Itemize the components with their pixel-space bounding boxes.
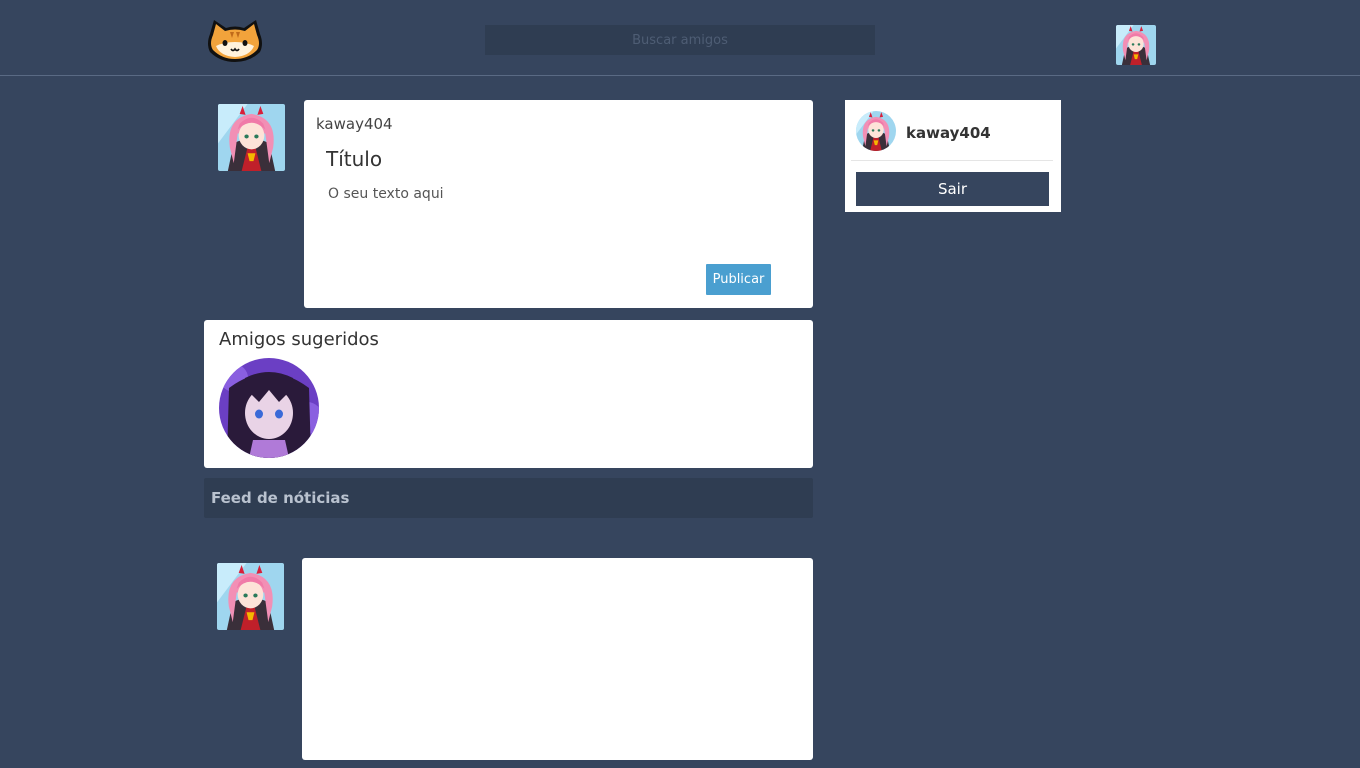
composer-username: kaway404 xyxy=(316,115,393,133)
post-title-input[interactable] xyxy=(326,147,786,171)
top-navigation-bar xyxy=(0,0,1360,76)
user-avatar-icon[interactable] xyxy=(1116,25,1156,65)
post-text-input[interactable] xyxy=(328,186,788,246)
news-feed-header: Feed de nóticias xyxy=(204,478,813,518)
suggested-friends-panel: Amigos sugeridos xyxy=(204,320,813,468)
composer-avatar xyxy=(218,104,285,171)
cat-face-icon[interactable] xyxy=(206,18,264,62)
logout-button[interactable]: Sair xyxy=(856,172,1049,206)
profile-username: kaway404 xyxy=(906,124,991,142)
suggested-friends-heading: Amigos sugeridos xyxy=(219,329,379,350)
post-author-avatar xyxy=(217,563,284,630)
search-input[interactable] xyxy=(485,25,875,55)
post-composer: kaway404 Publicar xyxy=(304,100,813,308)
divider xyxy=(851,160,1053,161)
feed-post-card xyxy=(302,558,813,760)
publish-button[interactable]: Publicar xyxy=(706,264,771,295)
profile-avatar xyxy=(856,111,896,151)
friend-avatar-icon[interactable] xyxy=(219,358,319,458)
profile-card: kaway404 Sair xyxy=(845,100,1061,212)
